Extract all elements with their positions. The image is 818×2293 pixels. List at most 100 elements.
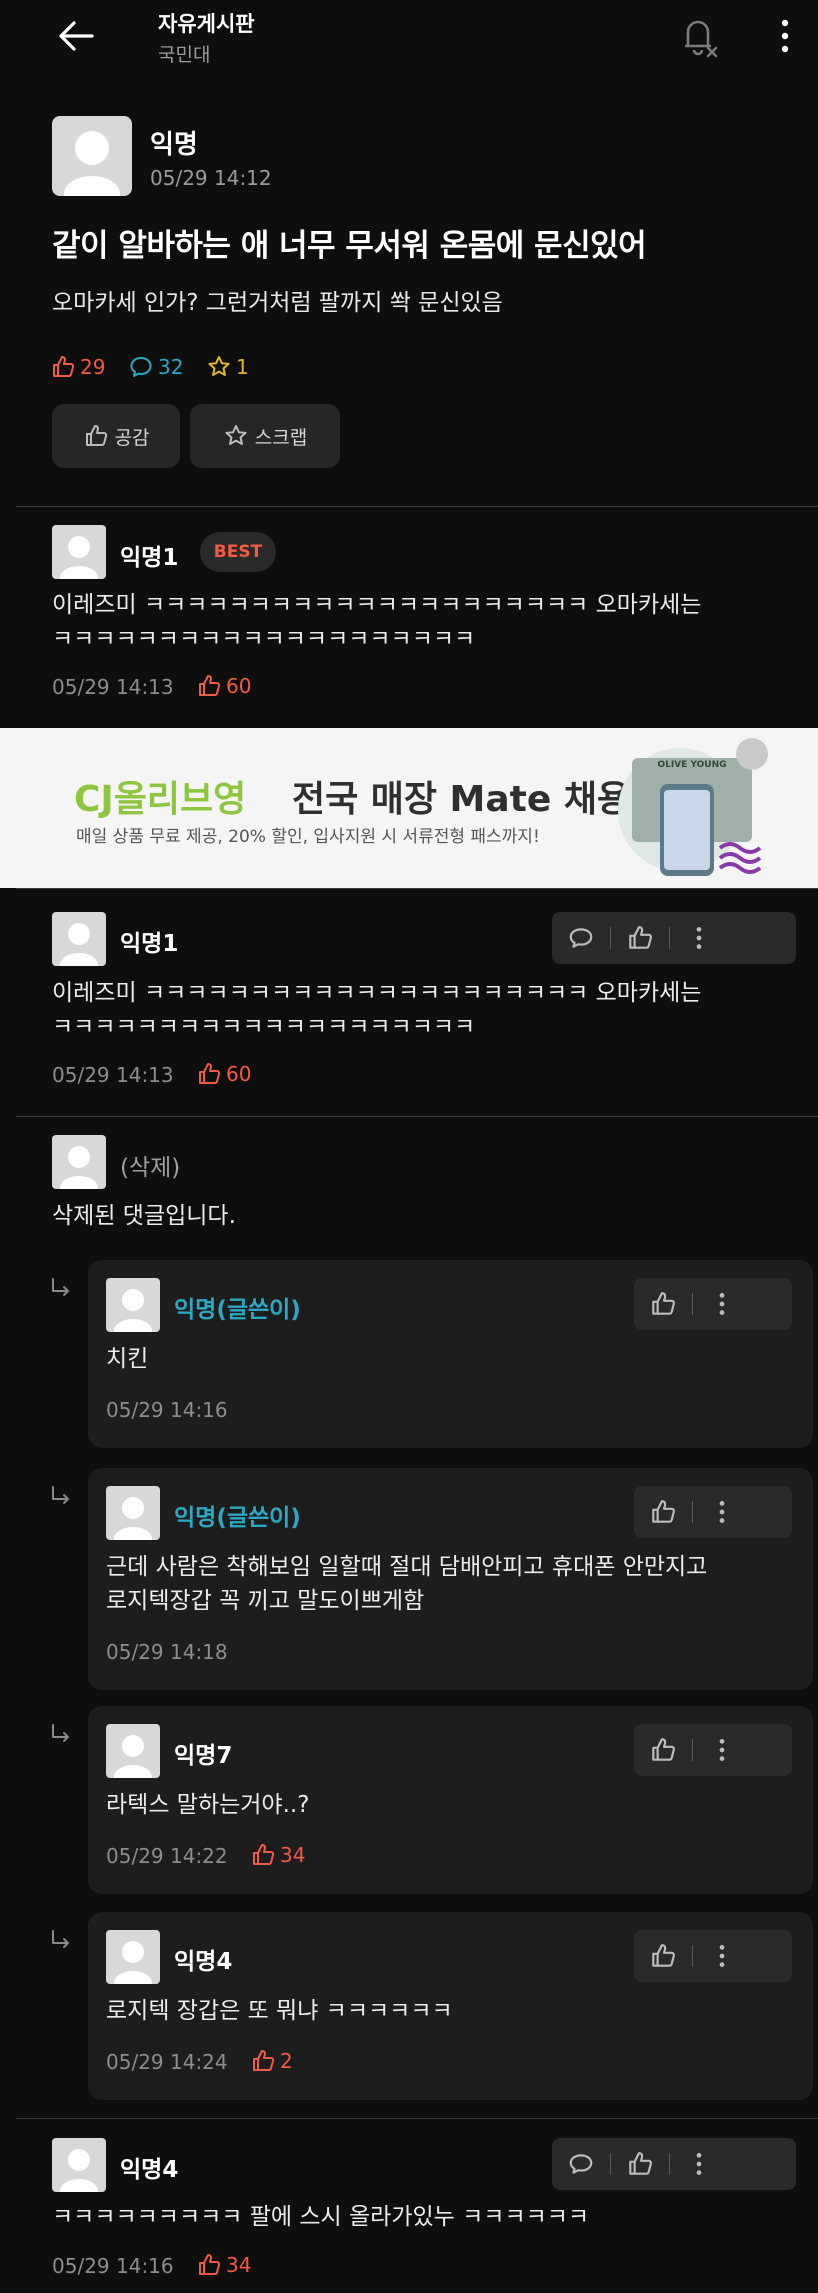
thumbs-up-icon (53, 356, 75, 377)
more-vertical-icon[interactable] (693, 1278, 751, 1330)
comment-avatar (52, 525, 106, 579)
ad-banner[interactable]: CJ올리브영 전국 매장 Mate 채용 매일 상품 무료 제공, 20% 할인… (0, 728, 818, 888)
reply-text: 라텍스 말하는거야..? (106, 1792, 310, 1818)
comment-like-button[interactable] (611, 2138, 669, 2190)
comment-author: (삭제) (120, 1155, 181, 1181)
reply-time: 05/29 14:22 (106, 1844, 228, 1868)
comment-time: 05/29 14:16 (52, 2254, 174, 2278)
comment-text-line: 이레즈미 ㅋㅋㅋㅋㅋㅋㅋㅋㅋㅋㅋㅋㅋㅋㅋㅋㅋㅋㅋㅋㅋ 오마카세는 (52, 592, 702, 618)
avatar-icon (114, 1289, 152, 1332)
thumbs-up-icon (652, 1292, 675, 1315)
scrap-button[interactable]: 스크랩 (190, 404, 340, 468)
post-author: 익명 (150, 130, 198, 160)
reply-like-button[interactable] (634, 1486, 692, 1538)
reply-time: 05/29 14:24 (106, 2050, 228, 2074)
back-arrow-icon[interactable] (52, 12, 100, 60)
star-icon (208, 356, 230, 376)
reply-author: 익명(글쓴이) (174, 1297, 301, 1323)
reply-arrow-icon (48, 1928, 74, 1954)
reply-actions (634, 1486, 792, 1538)
post-like-count: 29 (50, 354, 105, 380)
more-vertical-icon[interactable] (693, 1486, 751, 1538)
reply-button[interactable] (552, 2138, 610, 2190)
comment-time: 05/29 14:13 (52, 1063, 174, 1087)
thumbs-up-icon (85, 425, 107, 446)
comment-text-line: ㅋㅋㅋㅋㅋㅋㅋㅋㅋㅋㅋㅋㅋㅋㅋㅋㅋㅋㅋㅋ (52, 1014, 476, 1040)
comment-like-count: 34 (196, 2252, 251, 2278)
divider (16, 1116, 818, 1117)
post-scrap-count: 1 (206, 354, 249, 380)
board-subtitle: 국민대 (158, 44, 211, 66)
reply-card: 익명4 로지텍 장갑은 또 뭐냐 ㅋㅋㅋㅋㅋㅋ 05/29 14:24 2 (88, 1912, 813, 2100)
like-button[interactable]: 공감 (52, 404, 180, 468)
reply-actions (634, 1724, 792, 1776)
speech-bubble-icon (569, 928, 593, 948)
speech-bubble-icon (569, 2154, 593, 2174)
avatar-icon (60, 536, 98, 579)
reply-arrow-icon (48, 1276, 74, 1302)
more-vertical-icon[interactable] (670, 912, 728, 964)
reply-text-line: 근데 사람은 착해보임 일할때 절대 담배안피고 휴대폰 안만지고 (106, 1554, 708, 1580)
comment-avatar (52, 2138, 106, 2192)
avatar-icon (114, 1941, 152, 1984)
thumbs-up-icon (253, 2050, 275, 2071)
reply-like-button[interactable] (634, 1930, 692, 1982)
reply-text: 치킨 (106, 1346, 149, 1372)
avatar-icon (60, 1146, 98, 1189)
thumbs-up-icon (629, 2152, 652, 2175)
ad-headline: 전국 매장 Mate 채용 (292, 779, 631, 820)
reply-like-button[interactable] (634, 1724, 692, 1776)
comment-time: 05/29 14:13 (52, 675, 174, 699)
comment-author: 익명1 (120, 931, 179, 957)
reply-time: 05/29 14:16 (106, 1398, 228, 1422)
post-author-avatar (52, 116, 132, 196)
avatar-icon (114, 1735, 152, 1778)
thumbs-up-icon (253, 1844, 275, 1865)
comment-actions (552, 912, 796, 964)
ad-subtext: 매일 상품 무료 제공, 20% 할인, 입사지원 시 서류전형 패스까지! (76, 827, 540, 847)
divider (16, 2118, 818, 2119)
thumbs-up-icon (199, 675, 221, 696)
thumbs-up-icon (652, 1500, 675, 1523)
thumbs-up-icon (652, 1738, 675, 1761)
more-vertical-icon[interactable] (693, 1930, 751, 1982)
reply-time: 05/29 14:18 (106, 1640, 228, 1664)
comment-author: 익명1 (120, 545, 179, 571)
thumbs-up-icon (199, 1063, 221, 1084)
comment-avatar (52, 1135, 106, 1189)
post-title: 같이 알바하는 애 너무 무서워 온몸에 문신있어 (52, 228, 647, 264)
comment-like-count: 60 (196, 673, 251, 699)
divider (16, 888, 818, 889)
more-vertical-icon[interactable] (772, 14, 798, 58)
ad-brand: CJ올리브영 (74, 779, 247, 820)
bell-off-icon[interactable] (672, 10, 724, 62)
comment-text-line: 이레즈미 ㅋㅋㅋㅋㅋㅋㅋㅋㅋㅋㅋㅋㅋㅋㅋㅋㅋㅋㅋㅋㅋ 오마카세는 (52, 980, 702, 1006)
top-bar: 자유게시판 국민대 (0, 0, 818, 76)
comment-like-count: 60 (196, 1061, 251, 1087)
thumbs-up-icon (199, 2254, 221, 2275)
reply-like-button[interactable] (634, 1278, 692, 1330)
reply-avatar (106, 1278, 160, 1332)
reply-arrow-icon (48, 1722, 74, 1748)
avatar-icon (64, 131, 120, 196)
board-title: 자유게시판 (158, 12, 255, 36)
star-icon (225, 425, 247, 445)
comment-text-line: ㅋㅋㅋㅋㅋㅋㅋㅋㅋㅋㅋㅋㅋㅋㅋㅋㅋㅋㅋㅋ (52, 626, 476, 652)
more-vertical-icon[interactable] (670, 2138, 728, 2190)
reply-button[interactable] (552, 912, 610, 964)
reply-author: 익명(글쓴이) (174, 1505, 301, 1531)
reply-card: 익명7 라텍스 말하는거야..? 05/29 14:22 34 (88, 1706, 813, 1894)
more-vertical-icon[interactable] (693, 1724, 751, 1776)
divider (16, 506, 818, 507)
reply-author: 익명4 (174, 1949, 233, 1975)
comment-text: 삭제된 댓글입니다. (52, 1203, 236, 1229)
reply-actions (634, 1930, 792, 1982)
reply-author: 익명7 (174, 1743, 233, 1769)
reply-like-count: 2 (250, 2048, 293, 2074)
comment-like-button[interactable] (611, 912, 669, 964)
reply-like-count: 34 (250, 1842, 305, 1868)
thumbs-up-icon (652, 1944, 675, 1967)
comment-author: 익명4 (120, 2157, 179, 2183)
avatar-icon (114, 1497, 152, 1540)
best-badge: BEST (200, 532, 276, 572)
